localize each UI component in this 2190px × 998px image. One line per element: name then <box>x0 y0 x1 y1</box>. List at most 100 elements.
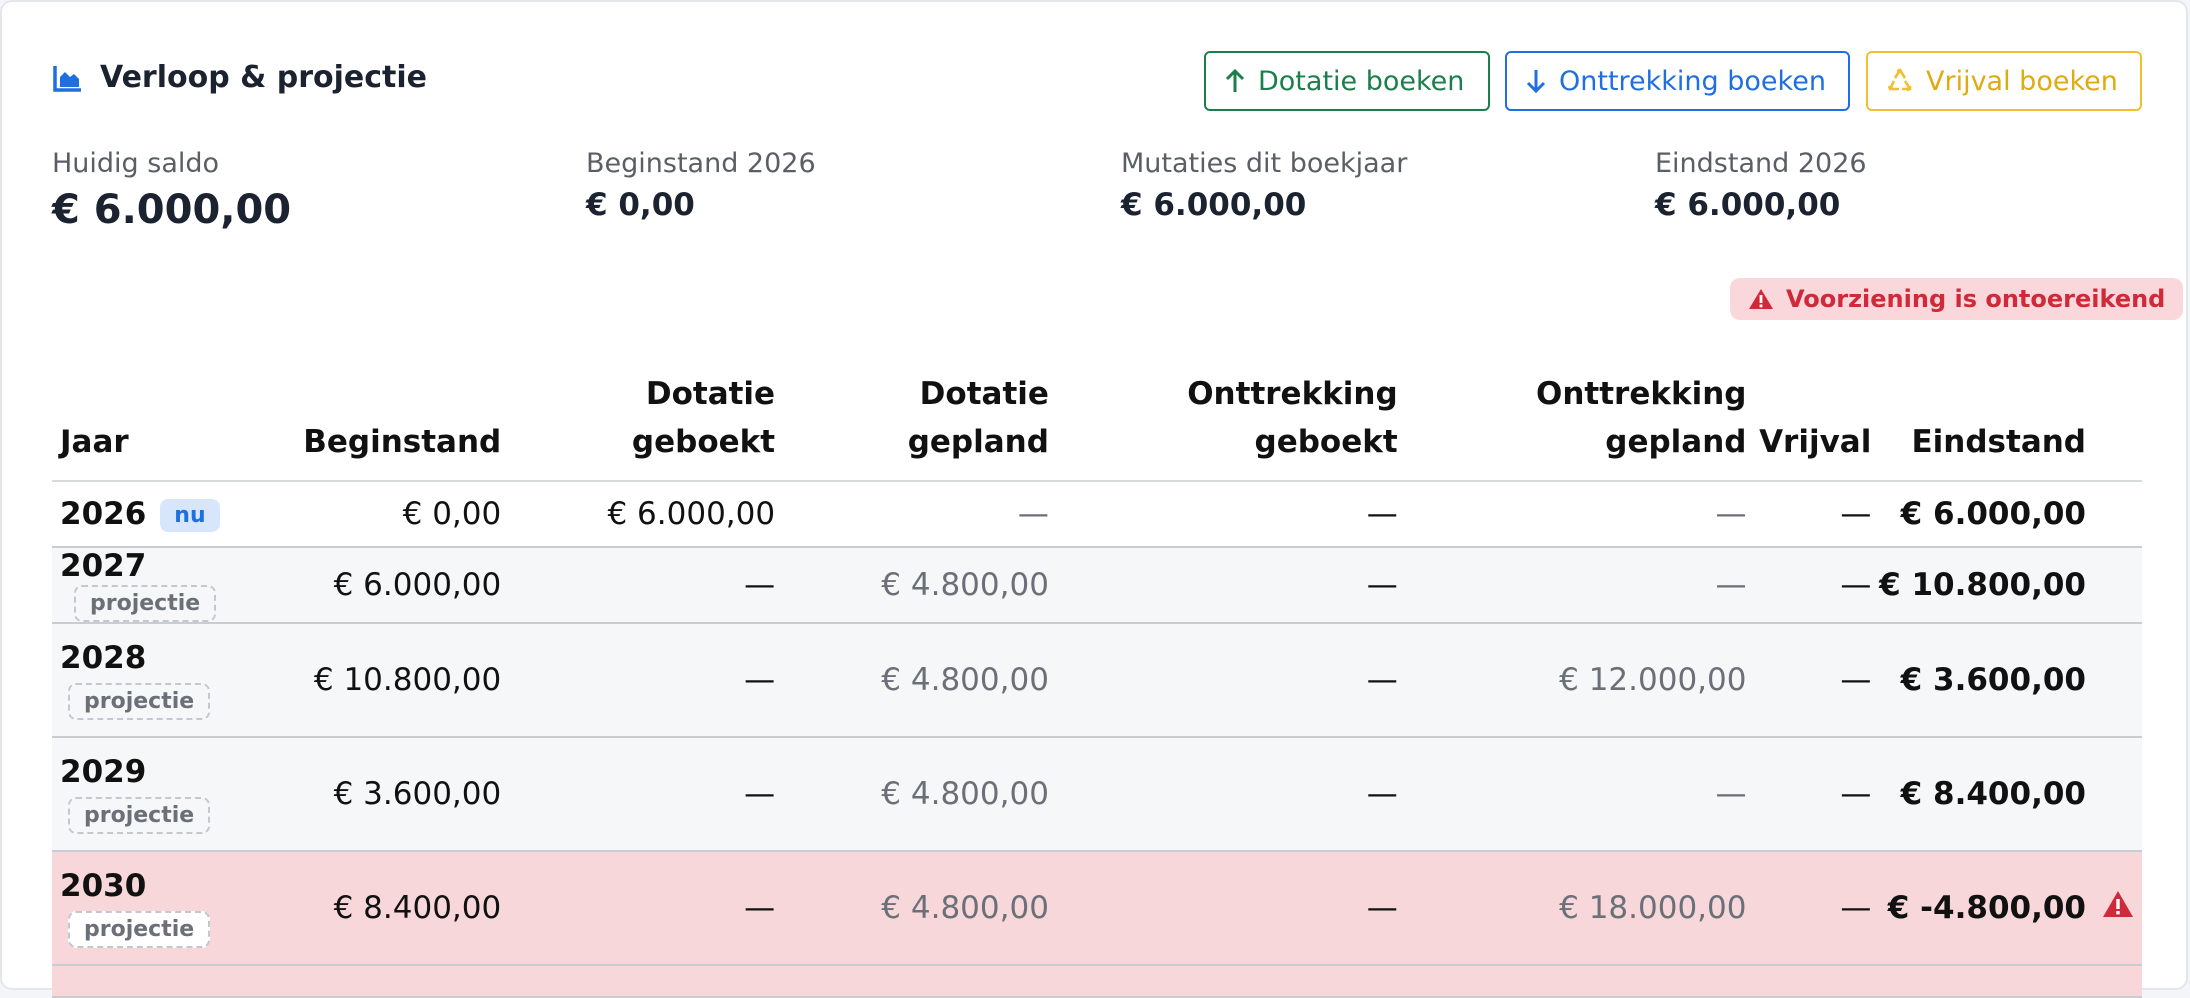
cell-eindstand: € -4.800,00 <box>1871 851 2086 966</box>
cell-onttrekking-gepland: — <box>1397 547 1747 624</box>
dotatie-boeken-button[interactable]: Dotatie boeken <box>1204 51 1490 111</box>
stat-label: Mutaties dit boekjaar <box>1121 148 1408 179</box>
cell-eindstand: € 10.800,00 <box>1871 547 2086 624</box>
stat-beginstand: Beginstand 2026 € 0,00 <box>586 148 816 223</box>
header-eindstand: Eindstand <box>1871 356 2086 482</box>
header-beginstand: Beginstand <box>291 356 502 482</box>
header-dotatie-geboekt: Dotatie geboekt <box>501 356 776 482</box>
cell-eindstand: € 3.600,00 <box>1871 623 2086 738</box>
cell-onttrekking-gepland: € 12.000,00 <box>1397 623 1747 738</box>
year-text: 2028 <box>60 640 147 676</box>
header-jaar: Jaar <box>52 356 292 482</box>
header-spacer <box>2086 356 2142 482</box>
cell-eindstand: € 8.400,00 <box>1871 737 2086 852</box>
cell-dotatie-gepland: € 4.800,00 <box>775 623 1049 738</box>
cell-eindstand: € 6.000,00 <box>1871 481 2086 548</box>
header-onttrekking-gepland: Onttrekking gepland <box>1397 356 1747 482</box>
cell-status <box>2086 737 2142 852</box>
header-line: Onttrekking <box>1187 376 1398 412</box>
projection-badge: projectie <box>68 797 211 834</box>
cell-dotatie-gepland: € 4.800,00 <box>775 737 1049 852</box>
cell-vrijval: — <box>1746 737 1872 852</box>
onttrekking-boeken-button[interactable]: Onttrekking boeken <box>1505 51 1850 111</box>
cell-status <box>2086 623 2142 738</box>
year-text: 2026 <box>60 496 147 532</box>
cell-jaar: 2026 nu <box>52 481 292 548</box>
header-line: Onttrekking <box>1535 376 1747 412</box>
cell-onttrekking-gepland: — <box>1397 481 1747 548</box>
table-row: 2027projectie € 6.000,00 — € 4.800,00 — … <box>52 547 2142 624</box>
cell-dotatie-gepland: € 4.800,00 <box>775 547 1049 624</box>
warning-text: Voorziening is ontoereikend <box>1786 285 2166 313</box>
stat-eindstand: Eindstand 2026 € 6.000,00 <box>1655 148 1867 223</box>
cell-onttrekking-geboekt: — <box>1048 737 1398 852</box>
year-text: 2029 <box>60 754 147 790</box>
header-dotatie-gepland: Dotatie gepland <box>775 356 1049 482</box>
vrijval-boeken-button[interactable]: Vrijval boeken <box>1866 51 2142 111</box>
cell-dotatie-geboekt: — <box>501 623 776 738</box>
cell-jaar: 2029 projectie <box>52 737 292 852</box>
header-line: geboekt <box>1254 424 1398 460</box>
table-row: 2028 projectie € 10.800,00 — € 4.800,00 —… <box>52 623 2142 738</box>
cell-status <box>2086 481 2142 548</box>
table-row <box>52 965 2142 998</box>
arrow-down-icon <box>1526 70 1546 94</box>
cell-dotatie-geboekt: — <box>501 851 776 966</box>
cell-onttrekking-geboekt: — <box>1048 851 1398 966</box>
year-text: 2030 <box>60 868 147 904</box>
warning-triangle-icon <box>1749 289 1773 309</box>
cell-dotatie-geboekt: — <box>501 547 776 624</box>
cell-status <box>2086 547 2142 624</box>
dotatie-boeken-label: Dotatie boeken <box>1258 65 1465 97</box>
header-line: gepland <box>907 424 1049 460</box>
verloop-card: Verloop & projectie Dotatie boeken Onttr… <box>0 0 2188 998</box>
insufficient-warning-badge: Voorziening is ontoereikend <box>1730 278 2184 320</box>
stat-label: Eindstand 2026 <box>1655 148 1867 179</box>
header-line: Dotatie <box>645 376 776 412</box>
cell-onttrekking-geboekt: — <box>1048 481 1398 548</box>
onttrekking-boeken-label: Onttrekking boeken <box>1559 65 1826 97</box>
stat-label: Huidig saldo <box>52 148 220 179</box>
recycle-icon <box>1887 68 1912 92</box>
cell-onttrekking-geboekt: — <box>1048 547 1398 624</box>
cell-dotatie-geboekt: € 6.000,00 <box>501 481 776 548</box>
cell-vrijval: — <box>1746 851 1872 966</box>
stat-value: € 6.000,00 <box>1121 187 1307 223</box>
card-title: Verloop & projectie <box>100 60 428 95</box>
projection-badge: projectie <box>74 585 217 622</box>
cell-onttrekking-geboekt: — <box>1048 623 1398 738</box>
cell-beginstand: € 3.600,00 <box>291 737 502 852</box>
stat-value: € 6.000,00 <box>1655 187 1841 223</box>
header-line: gepland <box>1605 424 1747 460</box>
table-header-row: Jaar Beginstand Dotatie geboekt Dotatie … <box>52 356 2142 482</box>
stat-mutaties: Mutaties dit boekjaar € 6.000,00 <box>1121 148 1407 223</box>
warning-triangle-icon <box>2103 891 2133 917</box>
cell-vrijval: — <box>1746 623 1872 738</box>
table-row: 2026 nu € 0,00 € 6.000,00 — — — — € 6.000… <box>52 481 2142 548</box>
stat-label: Beginstand 2026 <box>586 148 816 179</box>
cell-partial <box>52 965 2142 998</box>
table-row: 2029 projectie € 3.600,00 — € 4.800,00 — … <box>52 737 2142 852</box>
stat-huidig-saldo: Huidig saldo € 6.000,00 <box>52 148 291 233</box>
cell-dotatie-geboekt: — <box>501 737 776 852</box>
header-onttrekking-geboekt: Onttrekking geboekt <box>1048 356 1398 482</box>
table-row: 2030 projectie € 8.400,00 — € 4.800,00 — … <box>52 851 2142 966</box>
cell-beginstand: € 8.400,00 <box>291 851 502 966</box>
cell-beginstand: € 0,00 <box>291 481 502 548</box>
cell-beginstand: € 10.800,00 <box>291 623 502 738</box>
cell-onttrekking-gepland: € 18.000,00 <box>1397 851 1747 966</box>
arrow-up-icon <box>1225 68 1245 92</box>
now-badge: nu <box>160 499 220 532</box>
cell-status <box>2086 851 2142 966</box>
cell-beginstand: € 6.000,00 <box>291 547 502 624</box>
cell-onttrekking-gepland: — <box>1397 737 1747 852</box>
projection-badge: projectie <box>68 911 211 948</box>
header-line: geboekt <box>631 424 776 460</box>
card-header: Verloop & projectie <box>52 60 427 95</box>
cell-dotatie-gepland: — <box>775 481 1049 548</box>
stat-value: € 6.000,00 <box>52 187 292 233</box>
cell-jaar: 2027projectie <box>52 547 292 624</box>
header-line: Dotatie <box>919 376 1049 412</box>
area-chart-icon <box>53 65 81 92</box>
cell-jaar: 2028 projectie <box>52 623 292 738</box>
